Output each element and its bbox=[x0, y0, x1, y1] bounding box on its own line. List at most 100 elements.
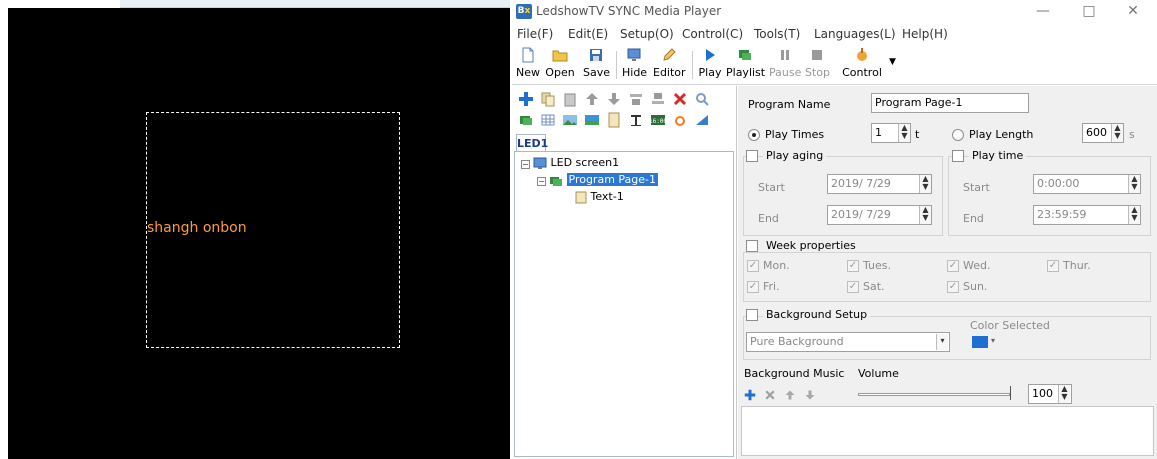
stop-label: Stop bbox=[805, 66, 831, 79]
music-down-icon[interactable] bbox=[804, 389, 816, 401]
paste-icon[interactable] bbox=[562, 91, 578, 107]
music-up-icon[interactable] bbox=[784, 389, 796, 401]
play-length-radio[interactable] bbox=[952, 129, 964, 141]
volume-icon[interactable] bbox=[694, 112, 710, 128]
day-thu-checkbox[interactable]: ✓ bbox=[1047, 260, 1059, 272]
day-mon-checkbox[interactable]: ✓ bbox=[747, 260, 759, 272]
remove-music-icon[interactable] bbox=[764, 389, 776, 401]
menu-file[interactable]: File(F) bbox=[517, 27, 553, 41]
play-length-spinner-icon[interactable]: ▲ ▼ bbox=[1111, 124, 1123, 142]
program-page-icon bbox=[550, 176, 562, 186]
menu-tools[interactable]: Tools(T) bbox=[754, 27, 800, 41]
editor-button[interactable]: Editor bbox=[653, 47, 686, 83]
control-button[interactable]: Control bbox=[842, 47, 882, 83]
control-label: Control bbox=[842, 66, 882, 79]
background-setup-label: Background Setup bbox=[763, 308, 871, 321]
play-aging-checkbox[interactable] bbox=[746, 150, 758, 162]
move-down-icon[interactable] bbox=[606, 91, 622, 107]
aging-start-input[interactable]: 2019/ 7/29 bbox=[827, 174, 932, 194]
aging-start-spinner-icon[interactable]: ▲ ▼ bbox=[919, 175, 931, 193]
tree-expander-program[interactable]: − bbox=[537, 177, 546, 186]
time-start-input[interactable]: 0:00:00 bbox=[1033, 174, 1141, 194]
tree-node-text[interactable]: Text-1 bbox=[575, 190, 624, 204]
aging-end-spinner-icon[interactable]: ▲ ▼ bbox=[919, 206, 931, 224]
copy-icon[interactable] bbox=[540, 91, 556, 107]
volume-label: Volume bbox=[858, 367, 899, 380]
picture-icon[interactable] bbox=[562, 112, 578, 128]
playlist-icon bbox=[739, 50, 751, 60]
alarm-clock-icon[interactable] bbox=[672, 112, 688, 128]
tree-expander-screen[interactable]: − bbox=[521, 160, 530, 169]
tree-node-screen[interactable]: LED screen1 bbox=[533, 156, 619, 170]
aging-end-label: End bbox=[758, 212, 779, 225]
table-icon[interactable] bbox=[540, 112, 556, 128]
program-icon[interactable] bbox=[518, 112, 534, 128]
playlist-label: Playlist bbox=[726, 66, 766, 79]
day-tue-checkbox[interactable]: ✓ bbox=[847, 260, 859, 272]
add-icon[interactable] bbox=[518, 91, 534, 107]
search-icon[interactable] bbox=[694, 91, 710, 107]
move-bottom-icon[interactable] bbox=[650, 91, 666, 107]
volume-spinner-icon[interactable]: ▲ ▼ bbox=[1058, 385, 1070, 403]
play-times-spinner-icon[interactable]: ▲ ▼ bbox=[898, 124, 910, 142]
add-music-icon[interactable] bbox=[744, 389, 756, 401]
aging-start-label: Start bbox=[758, 181, 785, 194]
tree-label-screen: LED screen1 bbox=[550, 156, 620, 169]
menu-setup[interactable]: Setup(O) bbox=[620, 27, 674, 41]
menu-languages[interactable]: Languages(L) bbox=[814, 27, 896, 41]
menu-edit[interactable]: Edit(E) bbox=[568, 27, 608, 41]
window-title: LedshowTV SYNC Media Player bbox=[536, 4, 722, 18]
day-wed-checkbox[interactable]: ✓ bbox=[947, 260, 959, 272]
week-properties-checkbox[interactable] bbox=[746, 240, 758, 252]
menu-control[interactable]: Control(C) bbox=[682, 27, 743, 41]
program-name-input[interactable]: Program Page-1 bbox=[871, 93, 1029, 113]
color-dropdown-icon[interactable]: ▾ bbox=[991, 336, 995, 345]
text-icon[interactable] bbox=[628, 112, 644, 128]
volume-slider-thumb[interactable] bbox=[1010, 386, 1013, 400]
toolbar-overflow-arrow-icon[interactable]: ▼ bbox=[889, 57, 896, 67]
new-label: New bbox=[516, 66, 540, 79]
play-time-checkbox[interactable] bbox=[952, 150, 964, 162]
color-swatch[interactable] bbox=[972, 336, 988, 348]
day-sun-checkbox[interactable]: ✓ bbox=[947, 281, 959, 293]
background-type-dropdown-icon[interactable]: ▾ bbox=[936, 334, 948, 350]
day-sat-checkbox[interactable]: ✓ bbox=[847, 281, 859, 293]
play-label: Play bbox=[698, 66, 722, 79]
play-times-unit: t bbox=[915, 128, 920, 141]
minimize-button[interactable]: — bbox=[1026, 0, 1060, 24]
maximize-button[interactable]: □ bbox=[1072, 0, 1106, 24]
video-icon[interactable] bbox=[584, 112, 600, 128]
monitor-icon bbox=[627, 48, 641, 61]
play-times-radio[interactable] bbox=[748, 129, 760, 141]
move-top-icon[interactable] bbox=[628, 91, 644, 107]
day-fri-checkbox[interactable]: ✓ bbox=[747, 281, 759, 293]
delete-icon[interactable] bbox=[672, 91, 688, 107]
play-button[interactable]: Play bbox=[698, 47, 722, 83]
main-toolbar: New Open Save Hide Editor Play Playlist bbox=[512, 45, 1157, 85]
tab-led1[interactable]: LED1 bbox=[516, 134, 548, 152]
clock-display-icon[interactable]: 16:00 bbox=[650, 112, 666, 128]
time-end-spinner-icon[interactable]: ▲ ▼ bbox=[1128, 206, 1140, 224]
close-button[interactable]: ✕ bbox=[1116, 0, 1150, 24]
stop-button[interactable]: Stop bbox=[805, 47, 831, 83]
pause-button[interactable]: Pause bbox=[769, 47, 801, 83]
background-music-list[interactable] bbox=[741, 406, 1154, 456]
background-type-select[interactable]: Pure Background bbox=[746, 332, 950, 352]
aging-end-input[interactable]: 2019/ 7/29 bbox=[827, 205, 932, 225]
tree-node-program[interactable]: Program Page-1 bbox=[549, 173, 659, 187]
new-button[interactable]: New bbox=[516, 47, 540, 83]
move-up-icon[interactable] bbox=[584, 91, 600, 107]
time-end-input[interactable]: 23:59:59 bbox=[1033, 205, 1141, 225]
hide-button[interactable]: Hide bbox=[622, 47, 647, 83]
document-icon[interactable] bbox=[606, 112, 622, 128]
menu-help[interactable]: Help(H) bbox=[902, 27, 948, 41]
playlist-button[interactable]: Playlist bbox=[726, 47, 766, 83]
color-selected-label: Color Selected bbox=[970, 319, 1050, 332]
volume-slider[interactable] bbox=[858, 393, 1010, 396]
save-button[interactable]: Save bbox=[583, 47, 610, 83]
app-window: Bx LedshowTV SYNC Media Player — □ ✕ Fil… bbox=[512, 0, 1157, 459]
background-setup-checkbox[interactable] bbox=[746, 309, 758, 321]
open-button[interactable]: Open bbox=[545, 47, 575, 83]
time-start-spinner-icon[interactable]: ▲ ▼ bbox=[1128, 175, 1140, 193]
svg-text:16:00: 16:00 bbox=[650, 118, 666, 125]
